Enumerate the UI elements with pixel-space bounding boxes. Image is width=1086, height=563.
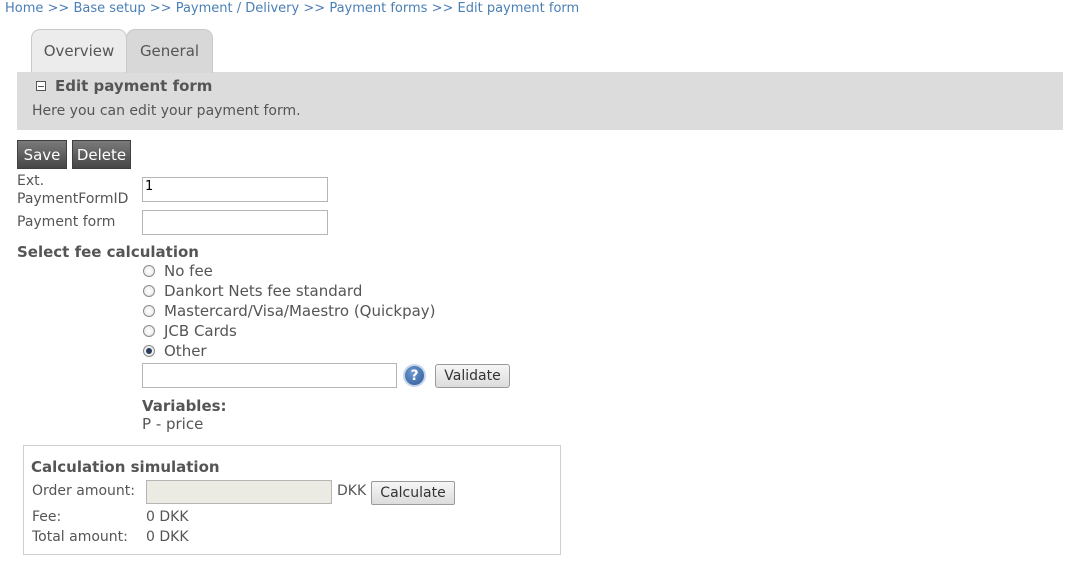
variables-title: Variables: bbox=[142, 397, 227, 415]
fee-value: 0 DKK bbox=[146, 509, 189, 525]
fee-option-no-fee[interactable]: No fee bbox=[143, 262, 213, 280]
save-button[interactable]: Save bbox=[17, 140, 67, 169]
fee-option-other[interactable]: Other bbox=[143, 342, 207, 360]
breadcrumb: Home >> Base setup >> Payment / Delivery… bbox=[5, 1, 579, 16]
fee-option-dankort[interactable]: Dankort Nets fee standard bbox=[143, 282, 362, 300]
radio-button[interactable] bbox=[143, 265, 155, 277]
breadcrumb-home[interactable]: Home bbox=[5, 1, 43, 16]
fee-section-title: Select fee calculation bbox=[17, 243, 199, 261]
breadcrumb-separator: >> bbox=[47, 1, 70, 16]
radio-button[interactable] bbox=[143, 305, 155, 317]
radio-button[interactable] bbox=[143, 325, 155, 337]
fee-label: Fee: bbox=[32, 509, 62, 525]
ext-id-input[interactable] bbox=[142, 177, 328, 202]
tab-overview[interactable]: Overview bbox=[31, 29, 127, 73]
ext-id-label-line2: PaymentFormID bbox=[17, 191, 129, 207]
panel-title-text: Edit payment form bbox=[55, 77, 213, 95]
fee-option-label: No fee bbox=[164, 262, 213, 280]
breadcrumb-separator: >> bbox=[431, 1, 454, 16]
payment-form-label: Payment form bbox=[17, 214, 116, 230]
validate-button[interactable]: Validate bbox=[435, 364, 510, 388]
fee-option-label: Mastercard/Visa/Maestro (Quickpay) bbox=[164, 302, 436, 320]
fee-option-jcb[interactable]: JCB Cards bbox=[143, 322, 237, 340]
breadcrumb-separator: >> bbox=[149, 1, 172, 16]
tab-overview-label: Overview bbox=[43, 41, 115, 60]
fee-option-label: Dankort Nets fee standard bbox=[164, 282, 363, 300]
radio-button-selected[interactable] bbox=[143, 345, 155, 357]
help-icon[interactable]: ? bbox=[403, 364, 426, 387]
fee-option-label: Other bbox=[164, 342, 207, 360]
breadcrumb-payment-forms[interactable]: Payment forms bbox=[329, 1, 427, 16]
panel-description: Here you can edit your payment form. bbox=[32, 103, 301, 119]
order-amount-label: Order amount: bbox=[32, 483, 135, 499]
radio-button[interactable] bbox=[143, 285, 155, 297]
payment-form-input[interactable] bbox=[142, 210, 328, 235]
panel-title: Edit payment form bbox=[36, 77, 212, 95]
variables-item: P - price bbox=[142, 415, 204, 433]
fee-option-mastercard[interactable]: Mastercard/Visa/Maestro (Quickpay) bbox=[143, 302, 436, 320]
breadcrumb-edit-payment-form[interactable]: Edit payment form bbox=[458, 1, 580, 16]
total-amount-label: Total amount: bbox=[32, 529, 128, 545]
simulation-title: Calculation simulation bbox=[31, 458, 220, 476]
help-glyph: ? bbox=[410, 367, 419, 384]
fee-formula-input[interactable] bbox=[142, 363, 397, 388]
breadcrumb-separator: >> bbox=[303, 1, 326, 16]
breadcrumb-base-setup[interactable]: Base setup bbox=[73, 1, 145, 16]
breadcrumb-payment-delivery[interactable]: Payment / Delivery bbox=[176, 1, 300, 16]
calculate-button[interactable]: Calculate bbox=[371, 481, 455, 505]
fee-option-label: JCB Cards bbox=[164, 322, 237, 340]
total-amount-value: 0 DKK bbox=[146, 529, 189, 545]
tab-general[interactable]: General bbox=[126, 29, 213, 73]
tab-general-label: General bbox=[139, 41, 200, 60]
currency-label: DKK bbox=[337, 483, 367, 499]
minus-square-icon[interactable] bbox=[36, 81, 46, 91]
order-amount-input[interactable] bbox=[146, 480, 332, 504]
ext-id-label-line1: Ext. bbox=[17, 173, 45, 189]
delete-button[interactable]: Delete bbox=[72, 140, 131, 169]
